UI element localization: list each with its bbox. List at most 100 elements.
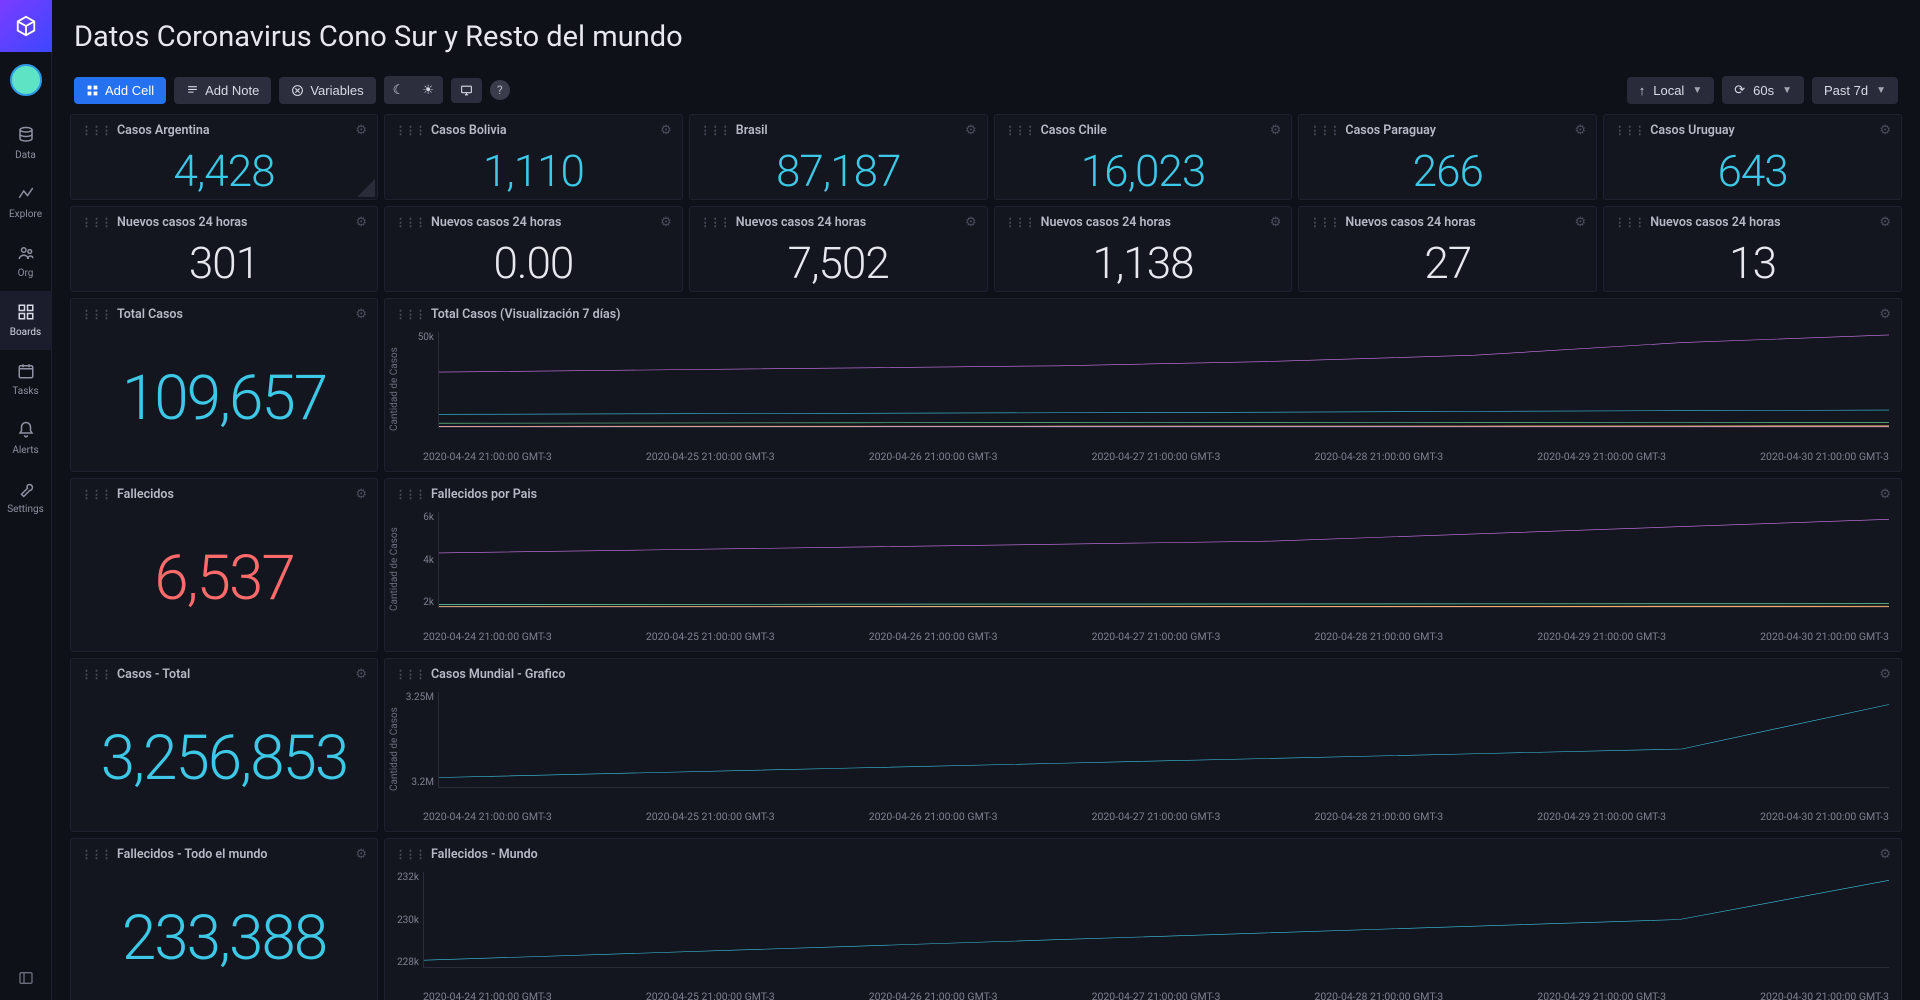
gear-icon[interactable]: ⚙ [1270, 215, 1282, 230]
cell-header[interactable]: ⋮⋮⋮ Brasil [690, 115, 987, 142]
add-note-button[interactable]: Add Note [174, 77, 271, 104]
cell-header[interactable]: ⋮⋮⋮ Casos Chile [995, 115, 1292, 142]
drag-handle-icon[interactable]: ⋮⋮⋮ [81, 668, 111, 681]
cell-body: 233,388 [71, 866, 377, 1000]
gear-icon[interactable]: ⚙ [660, 215, 672, 230]
cell-header[interactable]: ⋮⋮⋮ Fallecidos por Pais [385, 479, 1901, 506]
drag-handle-icon[interactable]: ⋮⋮⋮ [81, 848, 111, 861]
moon-icon: ☾ [393, 82, 405, 98]
drag-handle-icon[interactable]: ⋮⋮⋮ [395, 488, 425, 501]
cell-header[interactable]: ⋮⋮⋮ Fallecidos [71, 479, 377, 506]
drag-handle-icon[interactable]: ⋮⋮⋮ [395, 124, 425, 137]
sidebar-label: Explore [9, 209, 42, 220]
sidebar-item-settings[interactable]: Settings [0, 468, 52, 527]
stat-value: 27 [1424, 237, 1471, 289]
cell-header[interactable]: ⋮⋮⋮ Nuevos casos 24 horas [1299, 207, 1596, 234]
gear-icon[interactable]: ⚙ [1879, 215, 1891, 230]
drag-handle-icon[interactable]: ⋮⋮⋮ [1309, 216, 1339, 229]
variables-icon [291, 84, 304, 97]
gear-icon[interactable]: ⚙ [355, 487, 367, 502]
drag-handle-icon[interactable]: ⋮⋮⋮ [700, 216, 730, 229]
cell-header[interactable]: ⋮⋮⋮ Total Casos [71, 299, 377, 326]
resize-handle[interactable] [357, 179, 375, 197]
drag-handle-icon[interactable]: ⋮⋮⋮ [1005, 216, 1035, 229]
sidebar-item-org[interactable]: Org [0, 232, 52, 291]
drag-handle-icon[interactable]: ⋮⋮⋮ [395, 848, 425, 861]
app-logo[interactable] [0, 0, 52, 52]
drag-handle-icon[interactable]: ⋮⋮⋮ [395, 216, 425, 229]
gear-icon[interactable]: ⚙ [355, 847, 367, 862]
drag-handle-icon[interactable]: ⋮⋮⋮ [395, 308, 425, 321]
sidebar-label: Settings [7, 504, 44, 515]
gear-icon[interactable]: ⚙ [1575, 123, 1587, 138]
gear-icon[interactable]: ⚙ [1879, 667, 1891, 682]
gear-icon[interactable]: ⚙ [1270, 123, 1282, 138]
cell-body: 266 [1299, 142, 1596, 199]
gear-icon[interactable]: ⚙ [1879, 487, 1891, 502]
cell-header[interactable]: ⋮⋮⋮ Casos Paraguay [1299, 115, 1596, 142]
gear-icon[interactable]: ⚙ [1879, 307, 1891, 322]
gear-icon[interactable]: ⚙ [355, 667, 367, 682]
gear-icon[interactable]: ⚙ [965, 123, 977, 138]
plot[interactable]: 3.25M3.2M [402, 692, 1889, 806]
user-avatar[interactable] [10, 64, 42, 96]
plot[interactable]: 50k [402, 332, 1889, 446]
sidebar-label: Data [15, 150, 36, 161]
timerange-dropdown[interactable]: Past 7d ▼ [1812, 77, 1898, 104]
gear-icon[interactable]: ⚙ [355, 307, 367, 322]
light-mode-button[interactable]: ☀ [413, 76, 443, 104]
drag-handle-icon[interactable]: ⋮⋮⋮ [1614, 124, 1644, 137]
add-cell-button[interactable]: Add Cell [74, 77, 166, 104]
plot[interactable]: 6k4k2k [402, 512, 1889, 626]
sidebar-item-boards[interactable]: Boards [0, 291, 52, 350]
sidebar-item-alerts[interactable]: Alerts [0, 409, 52, 468]
chevron-down-icon: ▼ [1876, 85, 1886, 96]
timezone-dropdown[interactable]: ↑ Local ▼ [1627, 77, 1714, 104]
sidebar-item-explore[interactable]: Explore [0, 173, 52, 232]
cell-header[interactable]: ⋮⋮⋮ Casos - Total [71, 659, 377, 686]
drag-handle-icon[interactable]: ⋮⋮⋮ [395, 668, 425, 681]
drag-handle-icon[interactable]: ⋮⋮⋮ [700, 124, 730, 137]
page-title: Datos Coronavirus Cono Sur y Resto del m… [74, 20, 1898, 54]
dark-mode-button[interactable]: ☾ [384, 76, 414, 104]
cell-header[interactable]: ⋮⋮⋮ Total Casos (Visualización 7 días) [385, 299, 1901, 326]
stat-value: 87,187 [776, 145, 900, 197]
cell-header[interactable]: ⋮⋮⋮ Nuevos casos 24 horas [995, 207, 1292, 234]
cell-header[interactable]: ⋮⋮⋮ Nuevos casos 24 horas [1604, 207, 1901, 234]
drag-handle-icon[interactable]: ⋮⋮⋮ [81, 308, 111, 321]
stat-cell: ⋮⋮⋮ Nuevos casos 24 horas ⚙ 301 [70, 206, 378, 292]
drag-handle-icon[interactable]: ⋮⋮⋮ [81, 488, 111, 501]
gear-icon[interactable]: ⚙ [1879, 123, 1891, 138]
cell-header[interactable]: ⋮⋮⋮ Casos Mundial - Grafico [385, 659, 1901, 686]
gear-icon[interactable]: ⚙ [660, 123, 672, 138]
cell-header[interactable]: ⋮⋮⋮ Casos Bolivia [385, 115, 682, 142]
gear-icon[interactable]: ⚙ [355, 123, 367, 138]
stat-cell: ⋮⋮⋮ Nuevos casos 24 horas ⚙ 7,502 [689, 206, 988, 292]
cell-header[interactable]: ⋮⋮⋮ Casos Argentina [71, 115, 377, 142]
gear-icon[interactable]: ⚙ [1575, 215, 1587, 230]
gear-icon[interactable]: ⚙ [355, 215, 367, 230]
drag-handle-icon[interactable]: ⋮⋮⋮ [81, 124, 111, 137]
gear-icon[interactable]: ⚙ [1879, 847, 1891, 862]
variables-button[interactable]: Variables [279, 77, 375, 104]
cell-header[interactable]: ⋮⋮⋮ Fallecidos - Todo el mundo [71, 839, 377, 866]
cell-header[interactable]: ⋮⋮⋮ Nuevos casos 24 horas [71, 207, 377, 234]
stat-value: 16,023 [1081, 145, 1205, 197]
cell-header[interactable]: ⋮⋮⋮ Nuevos casos 24 horas [385, 207, 682, 234]
chart-area: Cantidad de Casos 3.25M3.2M [385, 686, 1901, 810]
plot[interactable]: 232k230k228k [387, 872, 1889, 986]
drag-handle-icon[interactable]: ⋮⋮⋮ [1005, 124, 1035, 137]
sidebar-collapse-button[interactable] [0, 956, 52, 1000]
help-button[interactable]: ? [490, 80, 510, 100]
drag-handle-icon[interactable]: ⋮⋮⋮ [81, 216, 111, 229]
gear-icon[interactable]: ⚙ [965, 215, 977, 230]
sidebar-item-data[interactable]: Data [0, 114, 52, 173]
refresh-dropdown[interactable]: ⟳ 60s ▼ [1722, 76, 1804, 104]
sidebar-item-tasks[interactable]: Tasks [0, 350, 52, 409]
presentation-mode-button[interactable] [451, 78, 482, 103]
drag-handle-icon[interactable]: ⋮⋮⋮ [1614, 216, 1644, 229]
cell-header[interactable]: ⋮⋮⋮ Fallecidos - Mundo [385, 839, 1901, 866]
drag-handle-icon[interactable]: ⋮⋮⋮ [1309, 124, 1339, 137]
cell-header[interactable]: ⋮⋮⋮ Nuevos casos 24 horas [690, 207, 987, 234]
cell-header[interactable]: ⋮⋮⋮ Casos Uruguay [1604, 115, 1901, 142]
